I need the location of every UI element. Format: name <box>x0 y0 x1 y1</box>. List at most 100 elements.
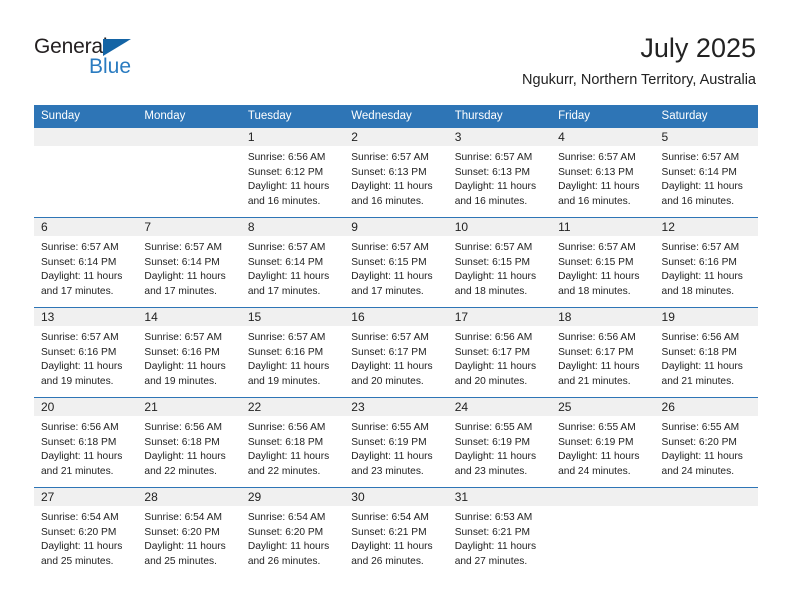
daylight-text-line1: Daylight: 11 hours <box>558 271 640 283</box>
calendar-day-cell[interactable]: 2 Sunrise: 6:57 AM Sunset: 6:13 PM Daylight… <box>344 128 448 218</box>
day-cell-inner: 2 Sunrise: 6:57 AM Sunset: 6:13 PM Daylight… <box>344 128 448 217</box>
day-cell-inner: 7 Sunrise: 6:57 AM Sunset: 6:14 PM Daylight… <box>137 218 241 307</box>
day-number: 30 <box>344 488 448 506</box>
sunset-text: Sunset: 6:19 PM <box>351 436 427 448</box>
calendar-day-cell[interactable]: 29 Sunrise: 6:54 AM Sunset: 6:20 PM Dayligh… <box>240 487 345 577</box>
calendar-day-cell[interactable]: 16 Sunrise: 6:57 AM Sunset: 6:17 PM Dayligh… <box>344 307 448 398</box>
calendar-day-cell[interactable]: 25 Sunrise: 6:55 AM Sunset: 6:19 PM Dayligh… <box>551 397 655 488</box>
sunset-text: Sunset: 6:15 PM <box>454 256 531 268</box>
page-subtitle: Ngukurr, Northern Territory, Australia <box>522 72 756 88</box>
day-number: 6 <box>34 218 138 236</box>
calendar-day-cell[interactable]: 31 Sunrise: 6:53 AM Sunset: 6:21 PM Dayligh… <box>447 487 552 577</box>
day-cell-details: Sunrise: 6:55 AM Sunset: 6:20 PM Daylight:… <box>655 416 758 480</box>
daylight-text-line2: and 21 minutes. <box>41 466 114 478</box>
daylight-text-line1: Daylight: 11 hours <box>661 181 743 193</box>
day-cell-details: Sunrise: 6:56 AM Sunset: 6:12 PM Daylight:… <box>241 146 344 210</box>
daylight-text-line1: Daylight: 11 hours <box>454 451 537 463</box>
daylight-text-line1: Daylight: 11 hours <box>41 361 123 373</box>
calendar-day-cell[interactable]: 13 Sunrise: 6:57 AM Sunset: 6:16 PM Dayligh… <box>34 307 138 398</box>
calendar-day-cell[interactable]: 26 Sunrise: 6:55 AM Sunset: 6:20 PM Dayligh… <box>654 397 758 488</box>
day-cell-inner: 21 Sunrise: 6:56 AM Sunset: 6:18 PM Dayligh… <box>137 398 241 487</box>
sunrise-text: Sunrise: 6:54 AM <box>247 512 326 523</box>
sunrise-text: Sunrise: 6:56 AM <box>247 422 326 433</box>
day-cell-inner: 3 Sunrise: 6:57 AM Sunset: 6:13 PM Daylight… <box>447 128 552 217</box>
calendar-day-cell[interactable]: 20 Sunrise: 6:56 AM Sunset: 6:18 PM Dayligh… <box>34 397 138 488</box>
calendar-day-cell[interactable]: 28 Sunrise: 6:54 AM Sunset: 6:20 PM Dayligh… <box>137 487 241 577</box>
sunrise-text: Sunrise: 6:57 AM <box>558 242 636 253</box>
daylight-text-line2: and 17 minutes. <box>247 286 321 298</box>
weekday-header-thursday: Thursday <box>447 105 552 128</box>
day-cell-details: Sunrise: 6:57 AM Sunset: 6:15 PM Daylight:… <box>551 236 654 300</box>
day-number <box>137 128 241 146</box>
sunset-text: Sunset: 6:18 PM <box>247 436 324 448</box>
daylight-text-line2: and 16 minutes. <box>454 196 528 208</box>
calendar-day-cell[interactable]: 17 Sunrise: 6:56 AM Sunset: 6:17 PM Dayligh… <box>447 307 552 398</box>
day-number: 31 <box>447 488 552 506</box>
sunset-text: Sunset: 6:19 PM <box>454 436 531 448</box>
daylight-text-line2: and 16 minutes. <box>558 196 631 208</box>
calendar-day-cell[interactable]: 30 Sunrise: 6:54 AM Sunset: 6:21 PM Dayligh… <box>344 487 448 577</box>
calendar-week-row: 20 Sunrise: 6:56 AM Sunset: 6:18 PM Dayligh… <box>34 397 758 488</box>
day-cell-inner: 18 Sunrise: 6:56 AM Sunset: 6:17 PM Dayligh… <box>551 308 655 397</box>
calendar-day-cell[interactable]: 23 Sunrise: 6:55 AM Sunset: 6:19 PM Dayligh… <box>344 397 448 488</box>
day-cell-details: Sunrise: 6:57 AM Sunset: 6:14 PM Daylight:… <box>241 236 344 300</box>
day-cell-inner: 22 Sunrise: 6:56 AM Sunset: 6:18 PM Dayligh… <box>240 398 345 487</box>
calendar-day-cell[interactable]: 3 Sunrise: 6:57 AM Sunset: 6:13 PM Daylight… <box>447 128 552 218</box>
calendar-day-cell[interactable]: 5 Sunrise: 6:57 AM Sunset: 6:14 PM Daylight… <box>654 128 758 218</box>
daylight-text-line2: and 22 minutes. <box>144 466 217 478</box>
sunset-text: Sunset: 6:14 PM <box>661 166 737 178</box>
calendar-day-cell[interactable]: 19 Sunrise: 6:56 AM Sunset: 6:18 PM Dayligh… <box>654 307 758 398</box>
calendar-day-cell[interactable]: 10 Sunrise: 6:57 AM Sunset: 6:15 PM Dayligh… <box>447 217 552 308</box>
daylight-text-line2: and 21 minutes. <box>558 376 631 388</box>
calendar-day-cell[interactable]: 21 Sunrise: 6:56 AM Sunset: 6:18 PM Dayligh… <box>137 397 241 488</box>
calendar-day-cell[interactable]: 22 Sunrise: 6:56 AM Sunset: 6:18 PM Dayligh… <box>240 397 345 488</box>
calendar-day-cell[interactable]: 15 Sunrise: 6:57 AM Sunset: 6:16 PM Dayligh… <box>240 307 345 398</box>
general-blue-logo[interactable]: General Blue <box>34 36 164 84</box>
calendar-day-cell[interactable]: 24 Sunrise: 6:55 AM Sunset: 6:19 PM Dayligh… <box>447 397 552 488</box>
calendar-week-row: 6 Sunrise: 6:57 AM Sunset: 6:14 PM Daylight… <box>34 217 758 308</box>
day-number: 20 <box>34 398 138 416</box>
daylight-text-line2: and 17 minutes. <box>351 286 424 298</box>
sunset-text: Sunset: 6:14 PM <box>247 256 324 268</box>
calendar-day-cell[interactable]: 1 Sunrise: 6:56 AM Sunset: 6:12 PM Daylight… <box>240 128 345 218</box>
day-cell-details: Sunrise: 6:56 AM Sunset: 6:17 PM Daylight:… <box>448 326 551 390</box>
day-cell-inner: 27 Sunrise: 6:54 AM Sunset: 6:20 PM Dayligh… <box>34 488 138 577</box>
calendar-day-cell[interactable]: 18 Sunrise: 6:56 AM Sunset: 6:17 PM Dayligh… <box>551 307 655 398</box>
calendar-day-cell[interactable]: 8 Sunrise: 6:57 AM Sunset: 6:14 PM Daylight… <box>240 217 345 308</box>
sunrise-text: Sunrise: 6:57 AM <box>454 242 533 253</box>
sunrise-text: Sunrise: 6:57 AM <box>351 242 429 253</box>
sunset-text: Sunset: 6:17 PM <box>558 346 634 358</box>
day-cell-inner: 1 Sunrise: 6:56 AM Sunset: 6:12 PM Daylight… <box>240 128 345 217</box>
day-number: 29 <box>240 488 345 506</box>
day-cell-inner: 13 Sunrise: 6:57 AM Sunset: 6:16 PM Dayligh… <box>34 308 138 397</box>
title-block: July 2025 Ngukurr, Northern Territory, A… <box>522 32 756 89</box>
day-number: 17 <box>447 308 552 326</box>
daylight-text-line2: and 23 minutes. <box>454 466 528 478</box>
calendar-day-cell[interactable]: 14 Sunrise: 6:57 AM Sunset: 6:16 PM Dayligh… <box>137 307 241 398</box>
sunset-text: Sunset: 6:18 PM <box>661 346 737 358</box>
sunrise-text: Sunrise: 6:57 AM <box>247 242 326 253</box>
day-cell-details: Sunrise: 6:56 AM Sunset: 6:18 PM Daylight:… <box>655 326 758 390</box>
sunrise-text: Sunrise: 6:57 AM <box>661 152 740 163</box>
calendar-day-cell[interactable]: 7 Sunrise: 6:57 AM Sunset: 6:14 PM Daylight… <box>137 217 241 308</box>
calendar-day-cell[interactable]: 4 Sunrise: 6:57 AM Sunset: 6:13 PM Daylight… <box>551 128 655 218</box>
calendar-day-cell[interactable]: 12 Sunrise: 6:57 AM Sunset: 6:16 PM Dayligh… <box>654 217 758 308</box>
daylight-text-line1: Daylight: 11 hours <box>661 361 743 373</box>
calendar-day-cell[interactable]: 11 Sunrise: 6:57 AM Sunset: 6:15 PM Dayligh… <box>551 217 655 308</box>
calendar-day-cell[interactable]: 9 Sunrise: 6:57 AM Sunset: 6:15 PM Daylight… <box>344 217 448 308</box>
day-cell-details: Sunrise: 6:57 AM Sunset: 6:15 PM Daylight:… <box>344 236 447 300</box>
day-cell-details: Sunrise: 6:57 AM Sunset: 6:13 PM Daylight:… <box>344 146 447 210</box>
calendar-day-cell[interactable]: 27 Sunrise: 6:54 AM Sunset: 6:20 PM Dayligh… <box>34 487 138 577</box>
day-number <box>551 488 655 506</box>
day-number: 8 <box>240 218 345 236</box>
sunrise-text: Sunrise: 6:54 AM <box>144 512 223 523</box>
day-cell-inner: 16 Sunrise: 6:57 AM Sunset: 6:17 PM Dayligh… <box>344 308 448 397</box>
sunrise-text: Sunrise: 6:54 AM <box>351 512 429 523</box>
calendar-day-cell[interactable]: 6 Sunrise: 6:57 AM Sunset: 6:14 PM Daylight… <box>34 217 138 308</box>
sunset-text: Sunset: 6:17 PM <box>454 346 531 358</box>
sunset-text: Sunset: 6:21 PM <box>454 526 531 538</box>
day-number: 28 <box>137 488 241 506</box>
daylight-text-line2: and 17 minutes. <box>144 286 217 298</box>
day-number: 1 <box>240 128 345 146</box>
day-number: 27 <box>34 488 138 506</box>
